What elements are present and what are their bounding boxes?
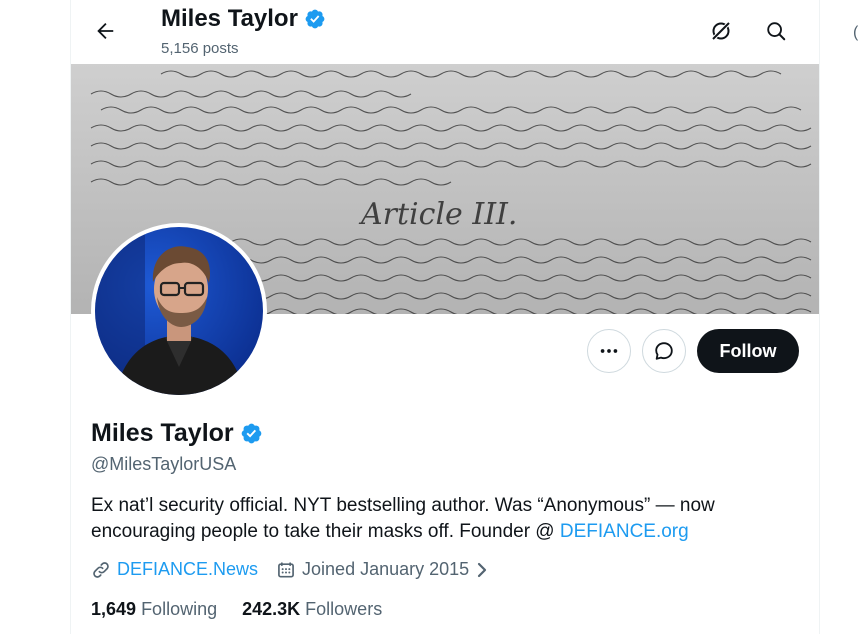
avatar-photo [95, 227, 263, 395]
profile-bio: Ex nat’l security official. NYT bestsell… [91, 493, 791, 545]
more-options-button[interactable] [587, 329, 631, 373]
header-title: Miles Taylor [161, 5, 326, 33]
following-label: Following [141, 599, 218, 619]
website-link[interactable]: DEFIANCE.News [117, 559, 258, 580]
search-icon [767, 22, 786, 41]
profile-meta: DEFIANCE.News Joined January 2015 [91, 559, 507, 580]
bio-link[interactable]: DEFIANCE.org [560, 521, 689, 542]
followers-label: Followers [305, 599, 383, 619]
joined-item[interactable]: Joined January 2015 [276, 559, 489, 580]
calendar-icon [278, 562, 294, 577]
joined-date: Joined January 2015 [302, 559, 470, 579]
post-count: 5,156 posts [161, 40, 239, 57]
message-icon [655, 342, 673, 360]
profile-handle: @MilesTaylorUSA [91, 454, 237, 474]
follow-button[interactable]: Follow [697, 329, 799, 373]
profile-stats: 1,649 Following 242.3K Followers [91, 599, 382, 620]
verified-badge-icon [305, 9, 325, 29]
link-icon [93, 561, 109, 578]
followers-count: 242.3K [242, 599, 301, 619]
followers-link[interactable]: 242.3K Followers [242, 599, 382, 620]
grok-icon [711, 21, 731, 41]
following-count: 1,649 [91, 599, 137, 619]
column-right-border [819, 0, 820, 634]
chevron-right-icon [478, 562, 487, 577]
verified-badge-icon[interactable] [240, 422, 263, 445]
sidebar-edge: ( [853, 24, 858, 41]
back-button[interactable] [88, 14, 122, 48]
avatar[interactable] [91, 223, 267, 399]
banner-article-heading: Article III. [358, 197, 517, 232]
grok-button[interactable] [704, 14, 738, 48]
profile-name: Miles Taylor [91, 419, 263, 448]
profile-display-name: Miles Taylor [91, 419, 234, 447]
following-link[interactable]: 1,649 Following [91, 599, 217, 620]
website-item: DEFIANCE.News [91, 559, 258, 580]
header-name: Miles Taylor [161, 5, 298, 32]
profile-header: Miles Taylor 5,156 posts [71, 0, 819, 64]
search-button[interactable] [759, 14, 793, 48]
message-button[interactable] [642, 329, 686, 373]
back-arrow-icon [97, 23, 114, 39]
more-icon [600, 349, 618, 353]
